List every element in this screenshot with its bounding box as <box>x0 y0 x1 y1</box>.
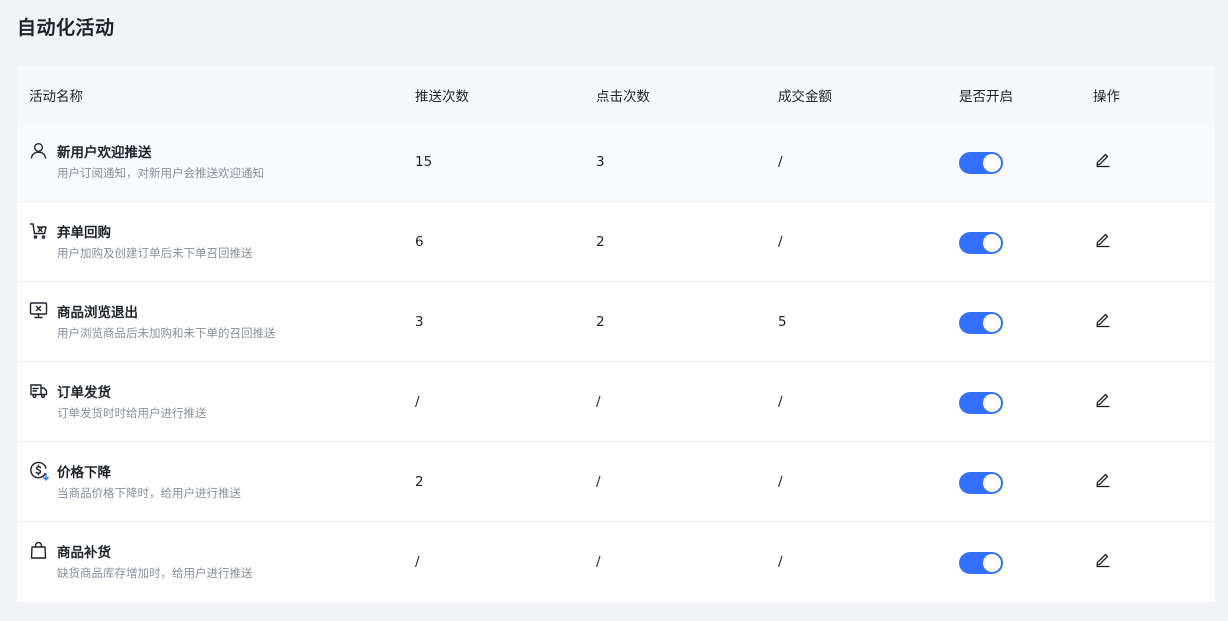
toggle-knob <box>983 234 1001 252</box>
enabled-toggle[interactable] <box>959 392 1003 414</box>
toggle-knob <box>983 314 1001 332</box>
edit-icon[interactable] <box>1094 150 1112 168</box>
transaction-amount: 5 <box>778 314 787 330</box>
enabled-toggle[interactable] <box>959 312 1003 334</box>
enabled-toggle[interactable] <box>959 152 1003 174</box>
activity-description: 当商品价格下降时，给用户进行推送 <box>57 486 241 500</box>
edit-icon[interactable] <box>1094 310 1112 328</box>
activity-name: 新用户欢迎推送 <box>57 145 152 161</box>
shopping-bag-icon <box>29 541 48 560</box>
push-count: 3 <box>415 314 424 330</box>
table-row: 弃单回购 用户加购及创建订单后未下单召回推送 6 2 / <box>17 201 1215 281</box>
click-count: 2 <box>596 314 605 330</box>
push-count: / <box>415 554 420 570</box>
push-count: 2 <box>415 474 424 490</box>
transaction-amount: / <box>778 554 783 570</box>
enabled-toggle[interactable] <box>959 232 1003 254</box>
transaction-amount: / <box>778 234 783 250</box>
edit-icon[interactable] <box>1094 470 1112 488</box>
monitor-icon <box>29 301 48 320</box>
table-row: 新用户欢迎推送 用户订阅通知，对新用户会推送欢迎通知 15 3 / <box>17 122 1215 201</box>
transaction-amount: / <box>778 474 783 490</box>
activity-name: 订单发货 <box>57 385 111 401</box>
automation-table: 活动名称 推送次数 点击次数 成交金额 是否开启 操作 新用户欢迎推送 用户订阅… <box>17 66 1215 602</box>
column-header-amount: 成交金额 <box>778 89 832 105</box>
column-header-actions: 操作 <box>1093 89 1120 105</box>
toggle-knob <box>983 154 1001 172</box>
transaction-amount: / <box>778 154 783 170</box>
activity-description: 缺货商品库存增加时，给用户进行推送 <box>57 566 253 580</box>
edit-icon[interactable] <box>1094 230 1112 248</box>
column-header-name: 活动名称 <box>29 89 83 105</box>
click-count: / <box>596 554 601 570</box>
user-icon <box>29 141 48 160</box>
cart-icon <box>29 221 48 240</box>
push-count: / <box>415 394 420 410</box>
column-header-click-count: 点击次数 <box>596 89 650 105</box>
activity-name: 商品浏览退出 <box>57 305 138 321</box>
activity-description: 用户加购及创建订单后未下单召回推送 <box>57 246 253 260</box>
table-header: 活动名称 推送次数 点击次数 成交金额 是否开启 操作 <box>17 66 1215 122</box>
activity-description: 订单发货时时给用户进行推送 <box>57 406 207 420</box>
activity-name: 价格下降 <box>57 465 111 481</box>
page-title: 自动化活动 <box>17 17 115 39</box>
edit-icon[interactable] <box>1094 390 1112 408</box>
enabled-toggle[interactable] <box>959 472 1003 494</box>
column-header-enabled: 是否开启 <box>959 89 1013 105</box>
enabled-toggle[interactable] <box>959 552 1003 574</box>
click-count: / <box>596 474 601 490</box>
price-drop-icon <box>29 461 49 481</box>
activity-description: 用户浏览商品后未加购和未下单的召回推送 <box>57 326 276 340</box>
transaction-amount: / <box>778 394 783 410</box>
push-count: 15 <box>415 154 433 170</box>
truck-icon <box>29 381 48 400</box>
toggle-knob <box>983 554 1001 572</box>
table-row: 订单发货 订单发货时时给用户进行推送 / / / <box>17 361 1215 441</box>
activity-name: 弃单回购 <box>57 225 111 241</box>
push-count: 6 <box>415 234 424 250</box>
toggle-knob <box>983 474 1001 492</box>
column-header-push-count: 推送次数 <box>415 89 469 105</box>
activity-description: 用户订阅通知，对新用户会推送欢迎通知 <box>57 166 264 180</box>
toggle-knob <box>983 394 1001 412</box>
table-row: 价格下降 当商品价格下降时，给用户进行推送 2 / / <box>17 441 1215 521</box>
click-count: 3 <box>596 154 605 170</box>
edit-icon[interactable] <box>1094 550 1112 568</box>
table-row: 商品浏览退出 用户浏览商品后未加购和未下单的召回推送 3 2 5 <box>17 281 1215 361</box>
table-row: 商品补货 缺货商品库存增加时，给用户进行推送 / / / <box>17 521 1215 601</box>
click-count: 2 <box>596 234 605 250</box>
click-count: / <box>596 394 601 410</box>
activity-name: 商品补货 <box>57 545 111 561</box>
